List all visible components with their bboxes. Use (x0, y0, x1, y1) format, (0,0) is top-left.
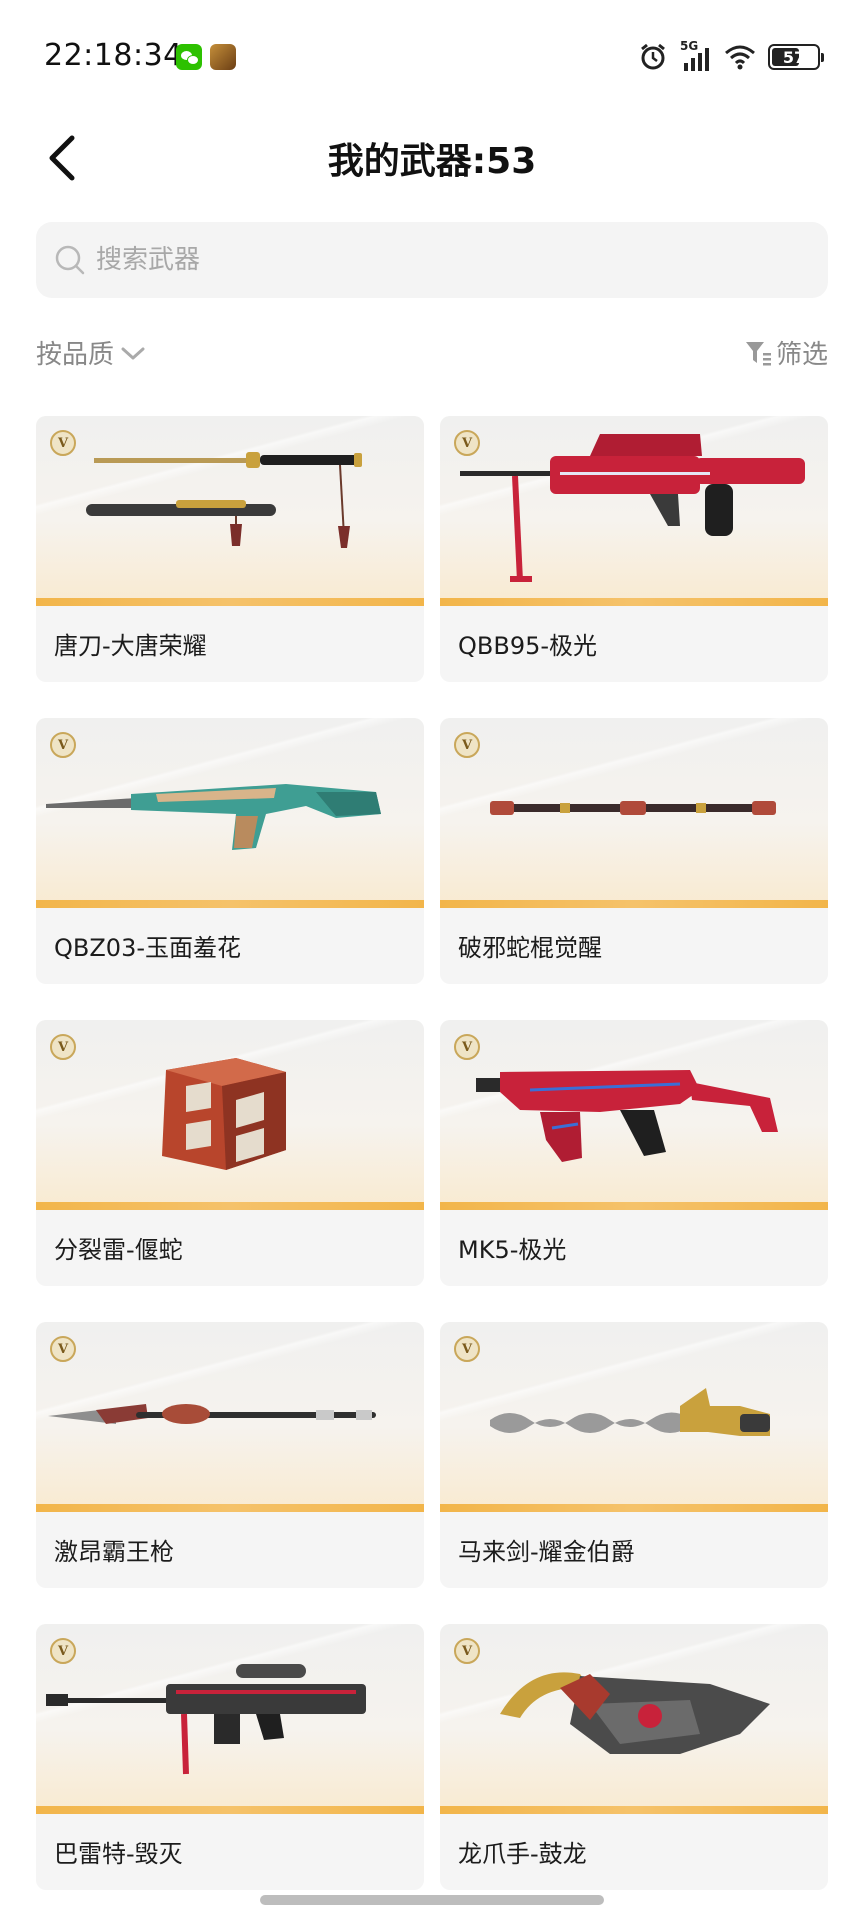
funnel-icon (745, 341, 771, 365)
v-badge: V (454, 1638, 480, 1664)
weapon-card[interactable]: V MK5-极光 (440, 1020, 828, 1286)
weapon-name: 分裂雷-偃蛇 (54, 1236, 183, 1264)
weapon-card[interactable]: V 巴雷特-毁灭 (36, 1624, 424, 1890)
weapon-name: MK5-极光 (458, 1236, 567, 1264)
weapon-image: V (440, 416, 828, 606)
v-badge: V (454, 1034, 480, 1060)
weapon-image: V (36, 718, 424, 908)
battery-percent: 57 (782, 47, 806, 67)
home-indicator[interactable] (260, 1895, 604, 1905)
v-badge: V (50, 732, 76, 758)
lmg-icon (460, 434, 805, 582)
weapon-image: V (36, 1624, 424, 1814)
weapon-image: V (36, 1322, 424, 1512)
sort-filter-row: 按品质 筛选 (36, 334, 828, 374)
weapon-name: 破邪蛇棍觉醒 (458, 934, 602, 962)
search-box[interactable] (36, 222, 828, 298)
search-icon (55, 245, 85, 275)
weapon-card[interactable]: V QBZ03-玉面羞花 (36, 718, 424, 984)
weapon-name: 马来剑-耀金伯爵 (458, 1538, 635, 1566)
sniper-icon (46, 1664, 366, 1775)
wechat-icon (176, 44, 202, 70)
rifle-icon (46, 784, 381, 850)
filter-button[interactable]: 筛选 (744, 334, 828, 371)
smg-icon (476, 1070, 778, 1162)
game-app-icon (210, 44, 236, 70)
v-badge: V (454, 732, 480, 758)
weapon-name: 激昂霸王枪 (54, 1538, 174, 1566)
status-right-icons: 5G 57 (638, 39, 824, 72)
weapon-card[interactable]: V 唐刀-大唐荣耀 (36, 416, 424, 682)
weapon-name: 巴雷特-毁灭 (54, 1840, 183, 1868)
weapon-image: V (440, 718, 828, 908)
claw-icon (500, 1672, 770, 1754)
weapon-name: QBB95-极光 (458, 632, 598, 660)
weapon-image: V (440, 1322, 828, 1512)
wifi-icon (725, 45, 755, 70)
sort-label: 按品质 (36, 340, 115, 370)
alarm-icon (641, 43, 665, 70)
weapon-card[interactable]: V QBB95-极光 (440, 416, 828, 682)
weapon-image: V (440, 1624, 828, 1814)
v-badge: V (50, 430, 76, 456)
kris-icon (490, 1388, 770, 1436)
v-badge: V (50, 1034, 76, 1060)
weapon-image: V (440, 1020, 828, 1210)
weapon-image: V (36, 1020, 424, 1210)
page-title: 我的武器:53 (327, 141, 537, 182)
v-badge: V (50, 1336, 76, 1362)
weapon-card[interactable]: V 激昂霸王枪 (36, 1322, 424, 1588)
weapon-image: V (36, 416, 424, 606)
weapon-card[interactable]: V 马来剑-耀金伯爵 (440, 1322, 828, 1588)
signal-icon: 5G (680, 39, 712, 71)
sort-by-quality-button[interactable]: 按品质 (36, 334, 146, 371)
chevron-down-icon (121, 347, 145, 359)
weapon-card[interactable]: V 破邪蛇棍觉醒 (440, 718, 828, 984)
v-badge: V (454, 430, 480, 456)
weapon-name: 唐刀-大唐荣耀 (54, 632, 207, 660)
weapon-name: QBZ03-玉面羞花 (54, 934, 241, 962)
status-bar: 22:18:34 5G 57 (0, 0, 864, 110)
weapon-name: 龙爪手-鼓龙 (458, 1840, 587, 1868)
battery-icon: 57 (768, 44, 824, 70)
v-badge: V (454, 1336, 480, 1362)
weapon-card[interactable]: V 龙爪手-鼓龙 (440, 1624, 828, 1890)
weapon-card[interactable]: V 分裂雷-偃蛇 (36, 1020, 424, 1286)
search-input[interactable] (94, 244, 798, 276)
katana-icon (86, 452, 362, 548)
filter-label: 筛选 (775, 340, 828, 370)
v-badge: V (50, 1638, 76, 1664)
status-time: 22:18:34 (44, 38, 183, 73)
grenade-icon (162, 1058, 286, 1170)
staff-icon (490, 801, 776, 815)
spear-icon (48, 1404, 376, 1424)
